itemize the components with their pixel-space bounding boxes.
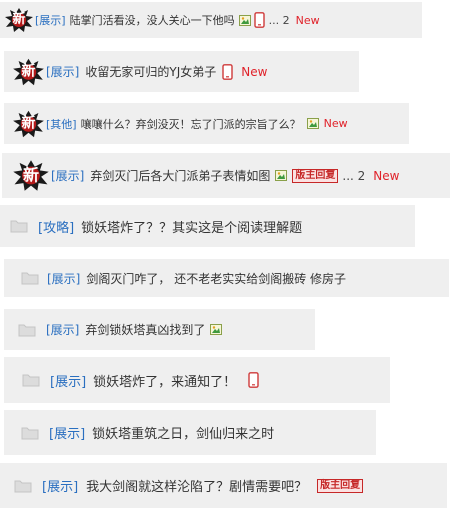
thread-row[interactable]: [展示] 弃剑锁妖塔真凶找到了 bbox=[4, 309, 315, 350]
mod-reply-badge: 版主回复 bbox=[317, 478, 364, 493]
thread-row[interactable]: [展示] 锁妖塔炸了，来通知了！ bbox=[4, 357, 390, 403]
new-badge: New bbox=[295, 13, 320, 27]
thread-category-link[interactable]: [攻略] bbox=[38, 217, 74, 236]
thread-row[interactable]: 新 [其他] 嚷嚷什么？弃剑没灭！忘了门派的宗旨了么？ New bbox=[4, 103, 409, 144]
new-thread-icon: 新 bbox=[4, 7, 34, 33]
thread-category-link[interactable]: [展示] bbox=[49, 423, 85, 442]
new-thread-icon: 新 bbox=[12, 159, 50, 192]
thread-category-link[interactable]: [展示] bbox=[51, 167, 84, 184]
thread-category-link[interactable]: [展示] bbox=[42, 476, 78, 495]
new-thread-icon: 新 bbox=[12, 109, 45, 139]
thread-title-link[interactable]: 收留无家可归的YJ女弟子 bbox=[85, 63, 216, 80]
thread-row[interactable]: 新 [展示] 收留无家可归的YJ女弟子 New bbox=[4, 51, 359, 92]
thread-title-link[interactable]: 我大剑阁就这样沦陷了？剧情需要吧？ bbox=[86, 476, 307, 495]
mod-reply-badge: 版主回复 bbox=[292, 168, 339, 183]
image-icon bbox=[210, 324, 223, 335]
thread-row[interactable]: 新 [展示] 弃剑灭门后各大门派弟子表情如图 版主回复 ... 2 New bbox=[2, 153, 450, 198]
thread-title-link[interactable]: 弃剑锁妖塔真凶找到了 bbox=[85, 321, 205, 338]
thread-row[interactable]: [攻略] 锁妖塔炸了？？其实这是个阅读理解题 bbox=[0, 205, 415, 247]
page-links[interactable]: ... 2 bbox=[269, 14, 290, 27]
thread-title-link[interactable]: 锁妖塔重筑之日，剑仙归来之时 bbox=[92, 423, 274, 442]
new-badge: New bbox=[323, 117, 348, 130]
image-icon bbox=[275, 170, 288, 181]
thread-category-link[interactable]: [展示] bbox=[50, 371, 86, 390]
thread-title-link[interactable]: 锁妖塔炸了？？其实这是个阅读理解题 bbox=[81, 217, 302, 236]
thread-category-link[interactable]: [展示] bbox=[35, 12, 66, 28]
thread-title-link[interactable]: 嚷嚷什么？弃剑没灭！忘了门派的宗旨了么？ bbox=[81, 116, 301, 132]
thread-category-link[interactable]: [展示] bbox=[46, 321, 79, 338]
folder-icon bbox=[18, 323, 36, 337]
folder-icon bbox=[14, 479, 32, 493]
thread-category-link[interactable]: [展示] bbox=[46, 63, 79, 80]
thread-title-link[interactable]: 锁妖塔炸了，来通知了！ bbox=[93, 371, 236, 390]
thread-category-link[interactable]: [其他] bbox=[46, 116, 77, 132]
phone-icon bbox=[248, 372, 259, 388]
phone-icon bbox=[222, 63, 233, 80]
thread-title-link[interactable]: 弃剑灭门后各大门派弟子表情如图 bbox=[90, 167, 270, 184]
page-links[interactable]: ... 2 bbox=[342, 169, 365, 183]
new-badge: New bbox=[373, 168, 400, 183]
image-icon bbox=[238, 14, 251, 26]
thread-row[interactable]: [展示] 我大剑阁就这样沦陷了？剧情需要吧？ 版主回复 bbox=[0, 463, 447, 508]
thread-row[interactable]: [展示] 锁妖塔重筑之日，剑仙归来之时 bbox=[4, 410, 376, 455]
image-icon bbox=[306, 118, 319, 129]
thread-title-link[interactable]: 剑阁灭门咋了， 还不老老实实给剑阁搬砖 修房子 bbox=[86, 270, 346, 287]
folder-icon bbox=[21, 271, 39, 285]
folder-icon bbox=[10, 219, 28, 233]
thread-title-link[interactable]: 陆掌门活看没，没人关心一下他吗 bbox=[70, 12, 235, 28]
folder-icon bbox=[22, 373, 40, 387]
new-badge: New bbox=[241, 64, 268, 79]
new-thread-icon: 新 bbox=[12, 57, 45, 87]
phone-icon bbox=[253, 12, 265, 28]
thread-category-link[interactable]: [展示] bbox=[47, 270, 80, 287]
thread-row[interactable]: [展示] 剑阁灭门咋了， 还不老老实实给剑阁搬砖 修房子 bbox=[4, 259, 449, 297]
thread-row[interactable]: 新 [展示] 陆掌门活看没，没人关心一下他吗 ... 2 New bbox=[0, 2, 422, 38]
folder-icon bbox=[21, 426, 39, 440]
